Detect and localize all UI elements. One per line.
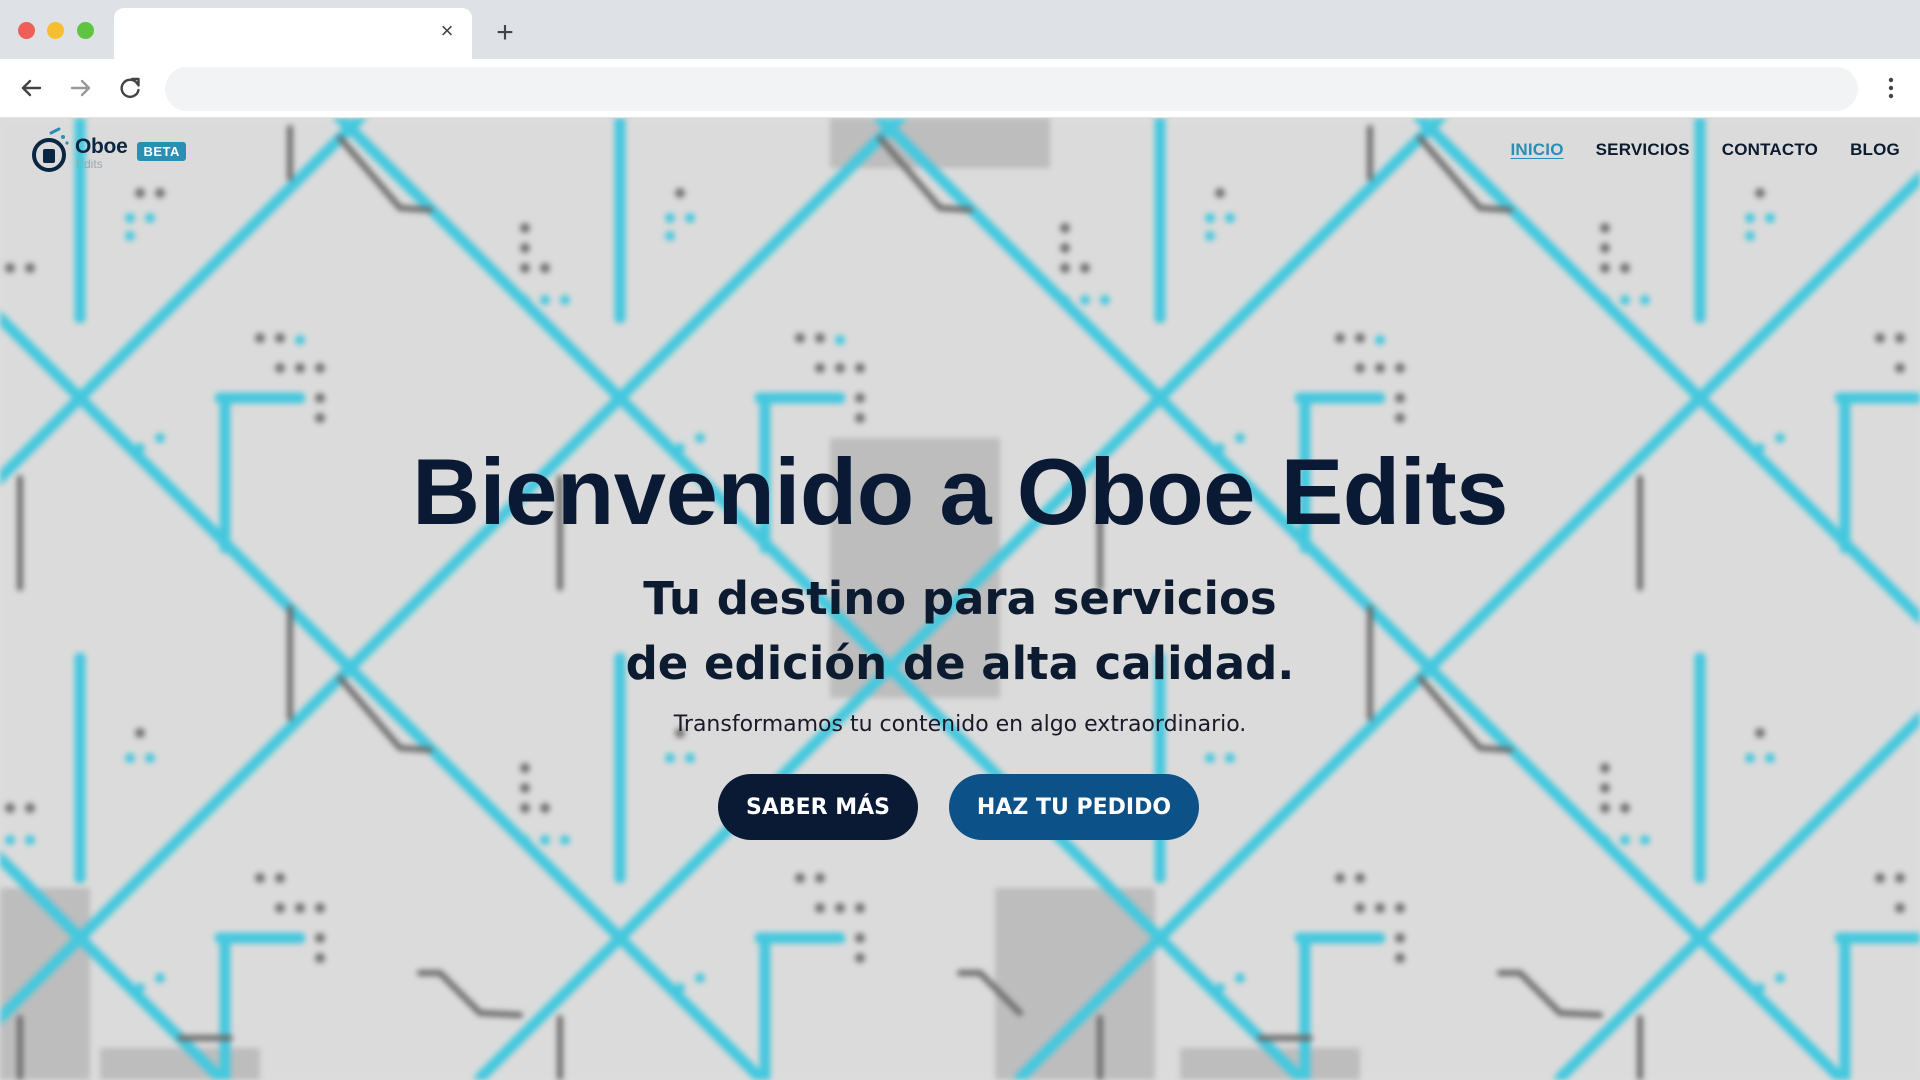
hero-subtitle-line2: de edición de alta calidad. xyxy=(625,637,1295,690)
arrow-right-icon[interactable] xyxy=(66,73,96,103)
window-close-button[interactable] xyxy=(18,22,35,39)
more-vertical-icon[interactable] xyxy=(1876,73,1906,103)
window-maximize-button[interactable] xyxy=(77,22,94,39)
reload-icon[interactable] xyxy=(115,73,145,103)
hero-title: Bienvenido a Oboe Edits xyxy=(412,439,1508,544)
tab-close-icon[interactable]: × xyxy=(436,20,458,42)
browser-tabstrip: × + xyxy=(0,0,1920,59)
new-tab-button[interactable]: + xyxy=(490,18,520,49)
hero-section: Bienvenido a Oboe Edits Tu destino para … xyxy=(0,118,1920,1080)
page-viewport: Oboe Edits BETA INICIO SERVICIOS CONTACT… xyxy=(0,118,1920,1080)
saber-mas-button[interactable]: SABER MÁS xyxy=(718,774,918,840)
browser-tab[interactable]: × xyxy=(114,8,472,59)
address-bar[interactable] xyxy=(165,67,1858,111)
browser-toolbar xyxy=(0,59,1920,118)
hero-subtitle: Tu destino para servicios de edición de … xyxy=(0,566,1920,696)
window-minimize-button[interactable] xyxy=(47,22,64,39)
arrow-left-icon[interactable] xyxy=(16,73,46,103)
hero-description: Transformamos tu contenido en algo extra… xyxy=(673,712,1247,737)
haz-tu-pedido-button[interactable]: HAZ TU PEDIDO xyxy=(949,774,1199,840)
hero-subtitle-line1: Tu destino para servicios xyxy=(643,572,1277,625)
